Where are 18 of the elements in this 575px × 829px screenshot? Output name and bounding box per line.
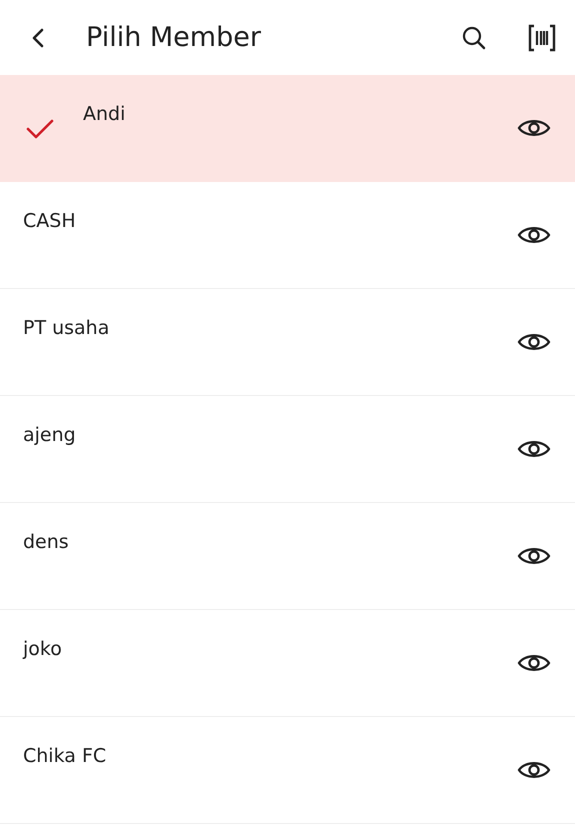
search-button[interactable] — [461, 24, 487, 50]
member-name: ajeng — [23, 424, 77, 446]
member-row[interactable]: joko — [0, 610, 575, 717]
member-name: joko — [23, 638, 63, 660]
member-row[interactable]: ajeng — [0, 396, 575, 503]
member-row[interactable]: PT usaha — [0, 289, 575, 396]
member-name: Andi — [83, 103, 126, 125]
member-row[interactable]: Chika FC — [0, 717, 575, 824]
checkmark-icon — [25, 117, 55, 141]
member-name: PT usaha — [23, 317, 110, 339]
member-name: Chika FC — [23, 745, 108, 767]
barcode-scan-button[interactable] — [527, 24, 557, 52]
member-name: CASH — [23, 210, 77, 232]
member-row[interactable]: Andi — [0, 75, 575, 182]
page-title: Pilih Member — [86, 22, 262, 53]
member-row[interactable]: CASH — [0, 182, 575, 289]
member-name: dens — [23, 531, 70, 553]
member-row[interactable]: dens — [0, 503, 575, 610]
